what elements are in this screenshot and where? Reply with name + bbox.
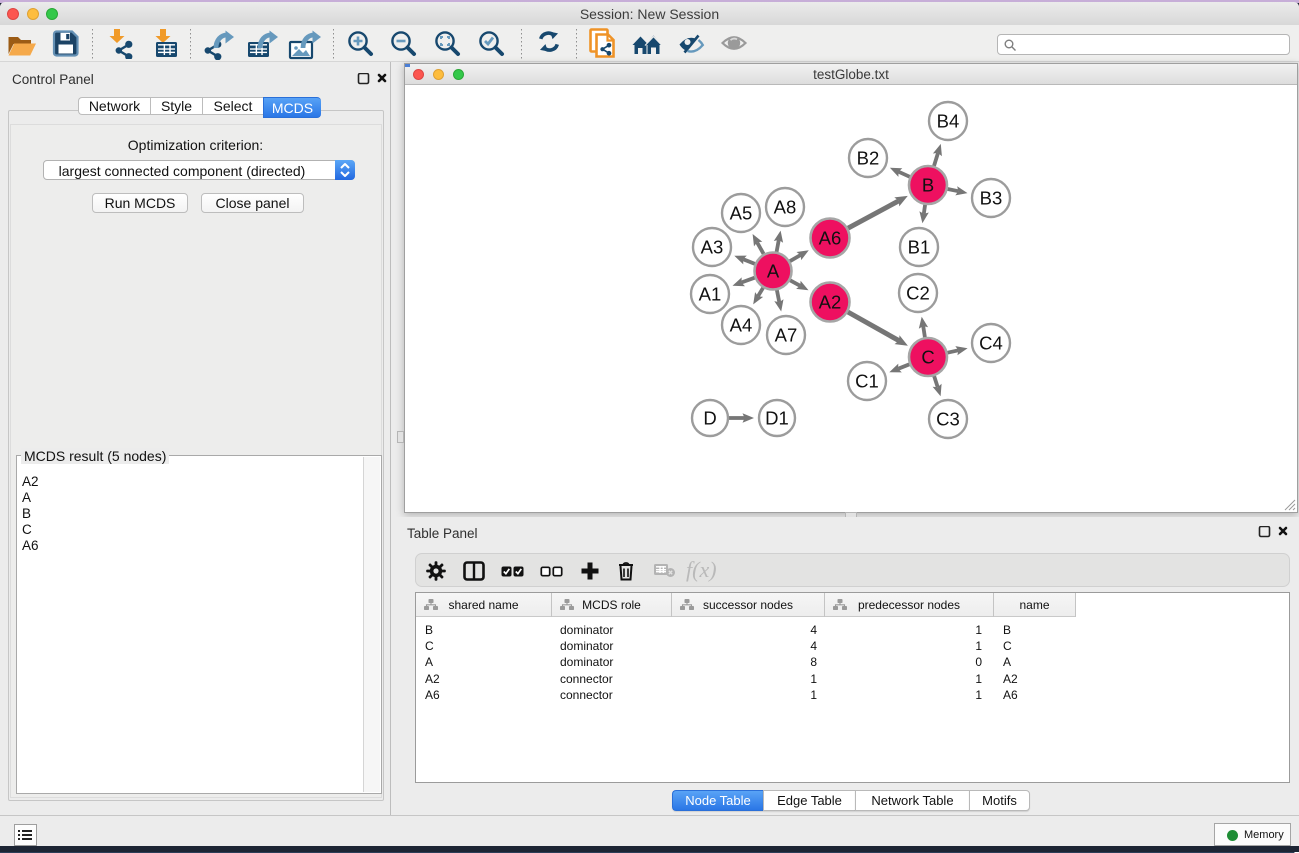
svg-text:A2: A2 <box>819 292 842 313</box>
svg-text:C: C <box>921 347 934 368</box>
svg-text:A5: A5 <box>730 203 753 224</box>
svg-text:C3: C3 <box>936 409 960 430</box>
svg-text:D: D <box>703 408 716 429</box>
svg-text:A: A <box>767 261 780 282</box>
svg-text:C1: C1 <box>855 371 879 392</box>
svg-text:A6: A6 <box>819 228 842 249</box>
svg-text:A8: A8 <box>774 197 797 218</box>
svg-text:A3: A3 <box>701 237 724 258</box>
svg-text:B4: B4 <box>937 111 960 132</box>
svg-text:B3: B3 <box>980 188 1003 209</box>
svg-text:A7: A7 <box>775 325 798 346</box>
svg-text:D1: D1 <box>765 408 789 429</box>
svg-text:A4: A4 <box>730 315 753 336</box>
svg-text:C2: C2 <box>906 283 930 304</box>
svg-text:A1: A1 <box>699 284 722 305</box>
svg-text:B2: B2 <box>857 148 880 169</box>
svg-text:B: B <box>922 175 934 196</box>
svg-text:B1: B1 <box>908 237 931 258</box>
svg-text:C4: C4 <box>979 333 1003 354</box>
